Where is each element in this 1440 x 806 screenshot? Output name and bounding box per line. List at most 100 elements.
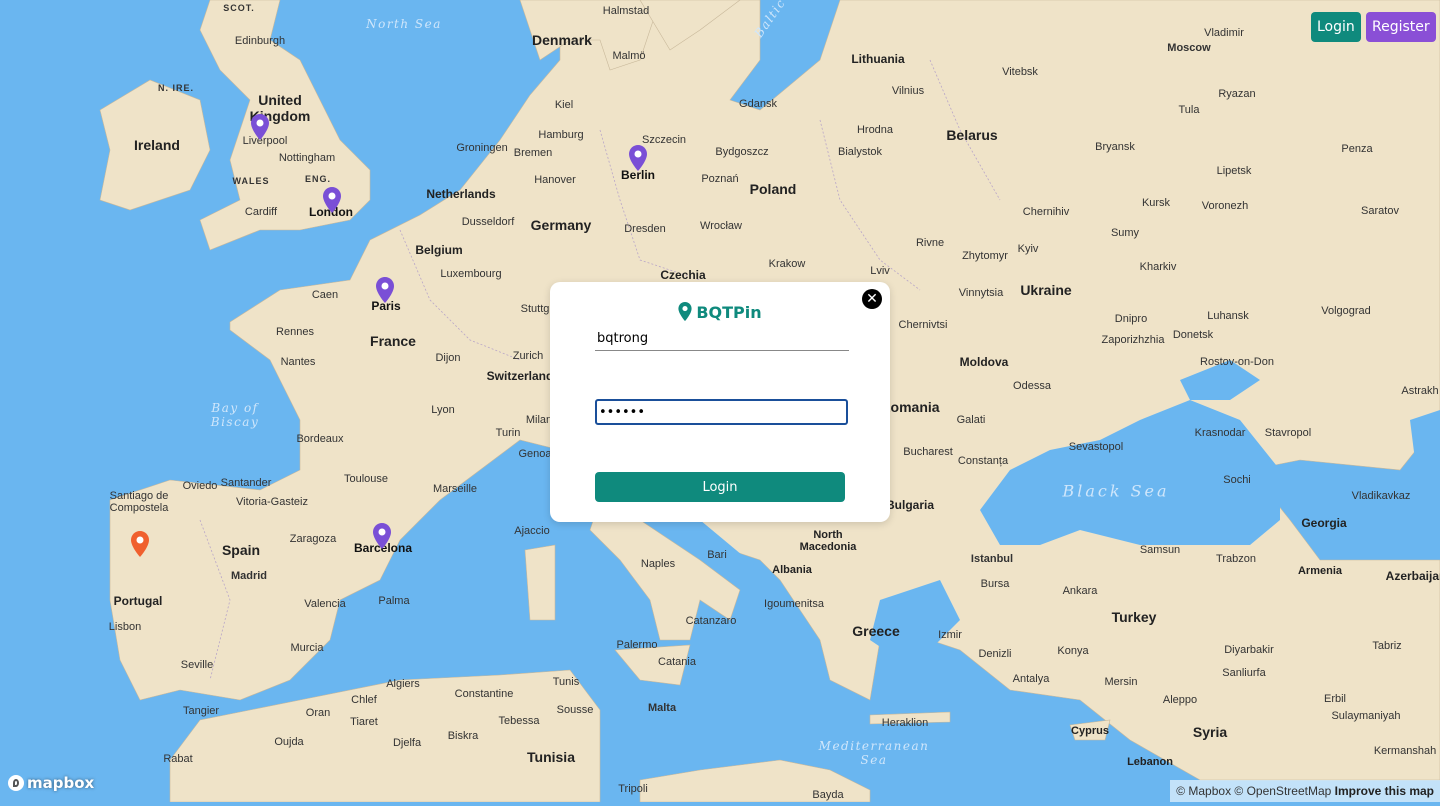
city-label: Dnipro — [1114, 313, 1148, 325]
city-label: Denizli — [978, 648, 1012, 660]
country-label: Armenia — [1297, 565, 1343, 577]
city-label: Tripoli — [618, 783, 648, 795]
city-label: Ryazan — [1218, 88, 1256, 100]
country-label: Netherlands — [426, 187, 496, 201]
map-pin-barcelona[interactable] — [373, 523, 391, 549]
city-label: Malta — [647, 702, 677, 714]
city-label: Vladimir — [1204, 27, 1244, 39]
city-label: Palma — [378, 595, 410, 607]
map-pin-berlin[interactable] — [629, 145, 647, 171]
map-attribution: © Mapbox © OpenStreetMap Improve this ma… — [1170, 780, 1440, 802]
city-label: Hanover — [534, 174, 576, 186]
attribution-text[interactable]: © Mapbox © OpenStreetMap — [1176, 784, 1331, 798]
city-label: Bucharest — [903, 446, 953, 458]
city-label: Vinnytsia — [958, 287, 1004, 299]
city-label: Kharkiv — [1139, 261, 1177, 273]
country-label: Denmark — [532, 32, 592, 48]
water-label: North Sea — [366, 17, 442, 31]
country-label: Greece — [852, 623, 900, 639]
map-pin-porto[interactable] — [131, 531, 149, 557]
city-label: Mersin — [1104, 676, 1138, 688]
header-register-button[interactable]: Register — [1366, 12, 1436, 42]
country-label: United Kingdom — [249, 92, 311, 124]
city-label: Oran — [305, 707, 331, 719]
city-label: Santander — [220, 477, 272, 489]
city-label: Krasnodar — [1194, 427, 1246, 439]
city-label: Djelfa — [392, 737, 422, 749]
city-label: Hamburg — [538, 129, 584, 141]
country-label: Turkey — [1111, 609, 1157, 625]
brand-logo: BQTPin — [550, 302, 890, 322]
country-label: Lithuania — [851, 52, 905, 66]
city-label: Lisbon — [108, 621, 142, 633]
city-label: Kyiv — [1017, 243, 1039, 255]
city-label: Hrodna — [856, 124, 894, 136]
city-label: Bryansk — [1095, 141, 1135, 153]
city-label: Bydgoszcz — [715, 146, 769, 158]
map-pin-liverpool[interactable] — [251, 114, 269, 140]
city-label: Galati — [956, 414, 986, 426]
city-label: Rabat — [163, 753, 193, 765]
country-label: Luxembourg — [440, 268, 502, 280]
city-label: Wrocław — [700, 220, 742, 232]
map-pin-london[interactable] — [323, 187, 341, 213]
city-label: Vitebsk — [1002, 66, 1038, 78]
country-label: Georgia — [1301, 516, 1347, 530]
city-label: Turin — [495, 427, 521, 439]
header-login-button[interactable]: Login — [1311, 12, 1361, 42]
city-label: Toulouse — [343, 473, 389, 485]
region-label: ENG. — [304, 174, 332, 184]
city-label: Istanbul — [970, 553, 1014, 565]
city-label: Sochi — [1223, 474, 1251, 486]
improve-map-link[interactable]: Improve this map — [1335, 784, 1434, 798]
city-label: Madrid — [230, 570, 268, 582]
city-label: Constantine — [454, 688, 514, 700]
city-label: Edinburgh — [234, 35, 286, 47]
city-label: Palermo — [616, 639, 658, 651]
country-label: Tunisia — [527, 749, 575, 765]
city-label: Murcia — [290, 642, 324, 654]
city-label: Konya — [1057, 645, 1089, 657]
country-label: North Macedonia — [799, 529, 857, 553]
city-label: Tunis — [552, 676, 580, 688]
city-label: Dresden — [624, 223, 666, 235]
city-label: Biskra — [447, 730, 479, 742]
map-pin-paris[interactable] — [376, 277, 394, 303]
city-label: Oviedo — [182, 480, 218, 492]
city-label: Lviv — [870, 265, 890, 277]
country-label: Lebanon — [1127, 756, 1173, 768]
city-label: Vitoria-Gasteiz — [236, 496, 308, 508]
city-label: Astrakh — [1401, 385, 1439, 397]
city-label: Valencia — [304, 598, 346, 610]
country-label: France — [370, 333, 416, 349]
username-input[interactable] — [595, 326, 849, 351]
city-label: Diyarbakir — [1224, 644, 1274, 656]
city-label: Tula — [1178, 104, 1200, 116]
city-label: Kiel — [554, 99, 574, 111]
city-label: Oujda — [274, 736, 304, 748]
city-label: Heraklion — [881, 717, 929, 729]
country-label: Czechia — [660, 268, 706, 282]
map-pin-icon — [678, 302, 692, 321]
city-label: Milan — [525, 414, 553, 426]
close-icon[interactable]: ✕ — [862, 289, 882, 309]
country-label: Ukraine — [1020, 282, 1072, 298]
city-label: Bayda — [812, 789, 844, 801]
city-label: Stavropol — [1264, 427, 1312, 439]
city-label: Tabriz — [1372, 640, 1402, 652]
city-label: Kursk — [1141, 197, 1171, 209]
city-label: Penza — [1341, 143, 1373, 155]
city-label: Volgograd — [1321, 305, 1371, 317]
city-label: Naples — [640, 558, 676, 570]
password-input[interactable] — [595, 399, 848, 425]
mapbox-logo[interactable]: mapbox — [8, 774, 94, 792]
country-label: Cyprus — [1071, 725, 1109, 737]
city-label: Ajaccio — [514, 525, 550, 537]
city-label: Catania — [658, 656, 696, 668]
city-label: Malmö — [612, 50, 646, 62]
city-label: Caen — [311, 289, 339, 301]
city-label: Zurich — [512, 350, 544, 362]
country-label: Belarus — [946, 127, 998, 143]
login-submit-button[interactable]: Login — [595, 472, 845, 502]
city-label: Bremen — [513, 147, 553, 159]
